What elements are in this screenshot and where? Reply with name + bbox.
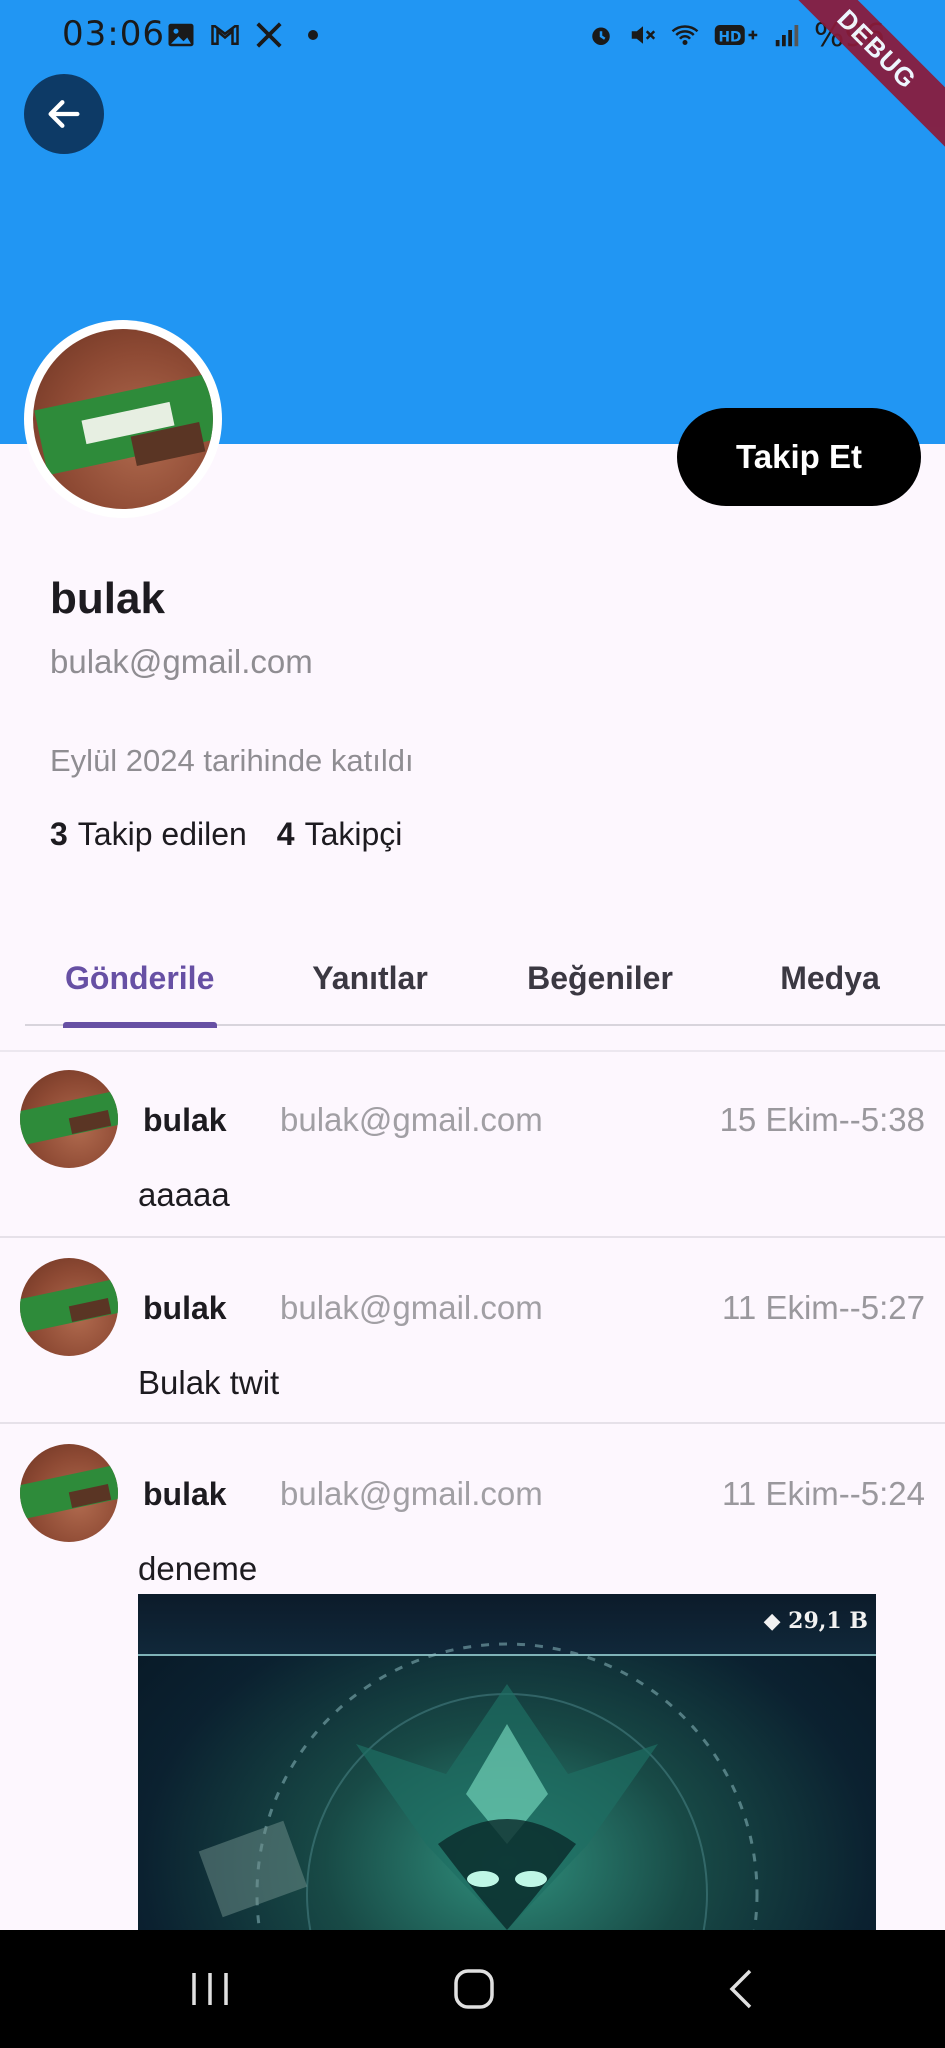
tab-replies[interactable]: Yanıtlar (255, 930, 485, 1026)
profile-tabs: Gönderiler Yanıtlar Beğeniler Medya (25, 930, 945, 1028)
signal-icon (775, 25, 799, 47)
following-label: Takip edilen (77, 816, 247, 852)
tab-media[interactable]: Medya (715, 930, 945, 1026)
post-date: 11 Ekim--5:24 (722, 1475, 925, 1512)
alarm-icon (592, 27, 610, 45)
post-date: 11 Ekim--5:27 (722, 1289, 925, 1326)
post-author-name: bulak (143, 1476, 227, 1512)
x-icon (256, 22, 282, 48)
post-author-name: bulak (143, 1102, 227, 1138)
following-count: 3 (50, 816, 68, 852)
home-button[interactable] (448, 1960, 500, 2018)
post-text: aaaaa (138, 1176, 230, 1213)
tab-likes-label: Beğeniler (527, 959, 673, 996)
dot-icon (308, 30, 318, 40)
home-icon (454, 1969, 494, 2009)
gmail-icon (211, 25, 239, 45)
game-artwork (198, 1642, 759, 1930)
following-stat[interactable]: 3 Takip edilen (50, 816, 247, 853)
arrow-left-icon (48, 100, 80, 128)
recent-apps-button[interactable] (186, 1960, 234, 2018)
post-author-email: bulak@gmail.com (280, 1101, 543, 1138)
tab-replies-label: Yanıtlar (312, 959, 428, 996)
follow-stats: 3 Takip edilen 4 Takipçi (50, 816, 402, 853)
tab-posts-label: Gönderiler (65, 959, 215, 996)
post-author-email: bulak@gmail.com (280, 1475, 543, 1512)
wifi-icon (671, 25, 699, 45)
status-bar: 03:06 HD %96 (0, 0, 945, 74)
post-item[interactable]: bulak bulak@gmail.com 15 Ekim--5:38 aaaa… (0, 1052, 945, 1238)
post-media-image[interactable]: ◆ 29,1 B (138, 1594, 876, 1930)
join-date: Eylül 2024 tarihinde katıldı (50, 743, 414, 778)
chevron-left-icon (729, 1969, 752, 2009)
nav-back-button[interactable] (720, 1960, 762, 2018)
tab-posts[interactable]: Gönderiler (25, 930, 255, 1028)
post-avatar[interactable] (20, 1258, 118, 1356)
followers-label: Takipçi (304, 816, 403, 852)
post-text: deneme (138, 1550, 258, 1587)
profile-email: bulak@gmail.com (50, 643, 313, 680)
post-author-email: bulak@gmail.com (280, 1289, 543, 1326)
post-text: Bulak twit (138, 1364, 280, 1401)
post-date: 15 Ekim--5:38 (719, 1101, 925, 1138)
post-avatar[interactable] (20, 1070, 118, 1168)
status-time: 03:06 (62, 14, 165, 54)
profile-avatar[interactable] (24, 320, 222, 518)
mute-icon (631, 26, 656, 44)
tab-likes[interactable]: Beğeniler (485, 930, 715, 1026)
system-nav-bar (0, 1930, 945, 2048)
followers-stat[interactable]: 4 Takipçi (277, 816, 403, 853)
svg-text:HD: HD (718, 29, 741, 45)
hd-plus-icon: HD (714, 25, 758, 45)
avatar-image (33, 329, 213, 509)
tab-media-label: Medya (780, 959, 880, 996)
back-button[interactable] (24, 74, 104, 154)
post-avatar[interactable] (20, 1444, 118, 1542)
gallery-icon (168, 23, 194, 47)
follow-button[interactable]: Takip Et (677, 408, 921, 506)
post-author-name: bulak (143, 1290, 227, 1326)
recent-apps-icon (192, 1973, 228, 2005)
post-item[interactable]: bulak bulak@gmail.com 11 Ekim--5:27 Bula… (0, 1238, 945, 1424)
profile-name: bulak (50, 574, 165, 623)
followers-count: 4 (276, 816, 295, 852)
